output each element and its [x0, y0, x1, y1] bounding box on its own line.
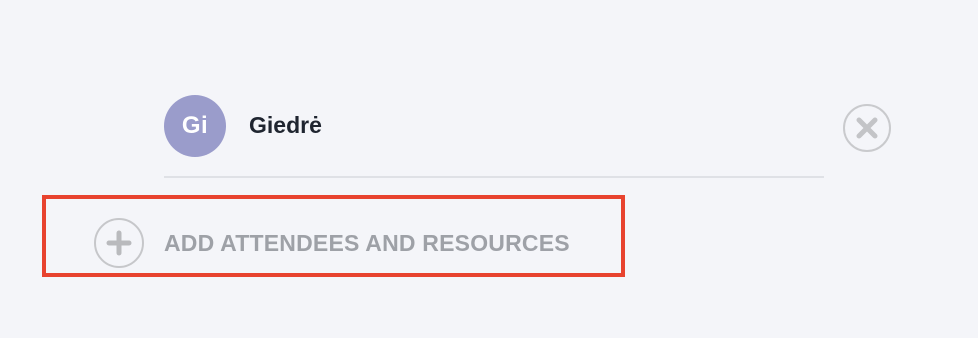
add-attendees-button[interactable]: ADD ATTENDEES AND RESOURCES	[94, 218, 570, 268]
close-icon	[856, 117, 878, 139]
attendee-row: Gi Giedrė	[164, 95, 824, 157]
remove-attendee-button[interactable]	[843, 104, 891, 152]
plus-icon	[106, 230, 132, 256]
add-attendees-label: ADD ATTENDEES AND RESOURCES	[164, 229, 570, 256]
divider	[164, 176, 824, 178]
avatar: Gi	[164, 95, 226, 157]
attendee-name: Giedrė	[249, 112, 322, 138]
add-circle	[94, 218, 144, 268]
